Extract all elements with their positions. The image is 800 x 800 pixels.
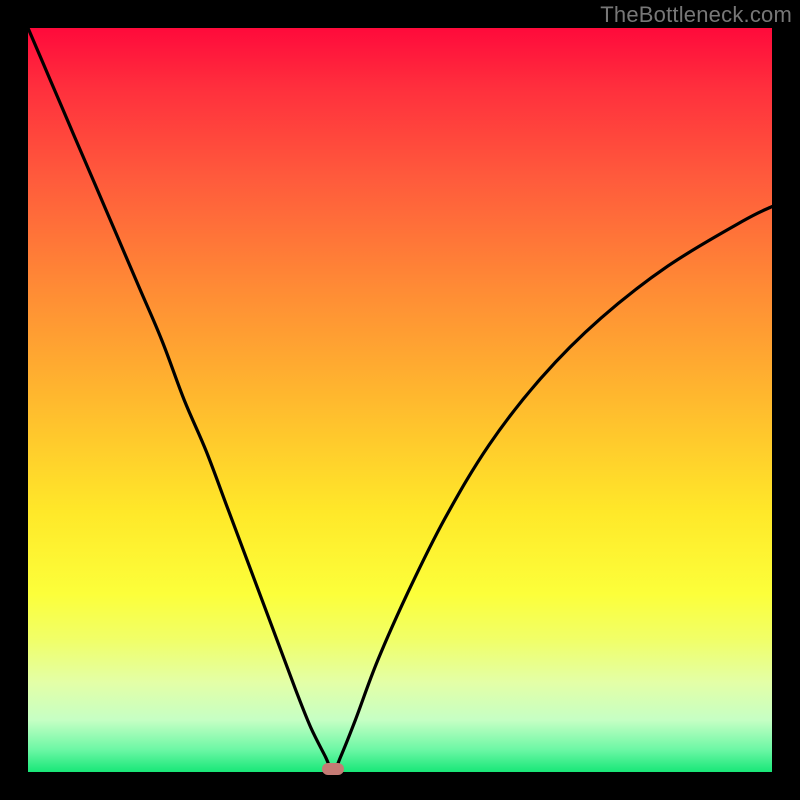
bottleneck-curve bbox=[28, 28, 772, 772]
plot-area bbox=[28, 28, 772, 772]
chart-frame: TheBottleneck.com bbox=[0, 0, 800, 800]
watermark-text: TheBottleneck.com bbox=[600, 2, 792, 28]
minimum-marker bbox=[322, 763, 344, 775]
curve-path bbox=[28, 28, 772, 772]
